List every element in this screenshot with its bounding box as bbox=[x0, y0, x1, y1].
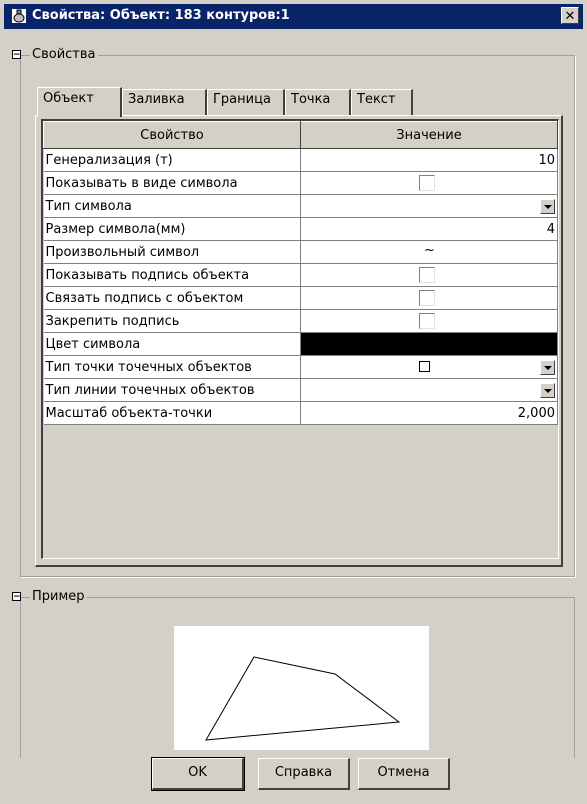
line-type-cell[interactable] bbox=[300, 378, 558, 402]
property-name: Тип линии точечных объектов bbox=[43, 378, 301, 402]
symbol-type-cell[interactable] bbox=[300, 194, 558, 218]
point-square-icon bbox=[419, 361, 430, 372]
point-type-cell[interactable] bbox=[300, 355, 558, 379]
quadrilateral-shape bbox=[205, 656, 401, 741]
property-name: Тип точки точечных объектов bbox=[43, 355, 301, 379]
table-row[interactable]: Цвет символа bbox=[43, 332, 558, 356]
column-header-property[interactable]: Свойство bbox=[43, 121, 301, 149]
property-name: Произвольный символ bbox=[43, 240, 301, 264]
example-collapse-toggle[interactable]: − bbox=[12, 592, 21, 602]
point-scale-value[interactable]: 2,000 bbox=[300, 401, 558, 425]
properties-collapse-toggle[interactable]: − bbox=[12, 50, 21, 60]
help-button[interactable]: Справка bbox=[258, 758, 350, 790]
tab-object[interactable]: Объект bbox=[37, 87, 122, 117]
pin-label-checkbox[interactable] bbox=[419, 313, 435, 329]
property-name: Закрепить подпись bbox=[43, 309, 301, 333]
custom-symbol-value: ~ bbox=[424, 243, 435, 258]
show-label-cell bbox=[300, 263, 558, 287]
symbol-color-swatch[interactable] bbox=[300, 332, 558, 356]
property-name: Показывать в виде символа bbox=[43, 171, 301, 195]
custom-symbol-cell[interactable]: ~ bbox=[300, 240, 558, 264]
property-name: Масштаб объекта-точки bbox=[43, 401, 301, 425]
ok-button[interactable]: OK bbox=[151, 757, 245, 791]
close-button[interactable]: ✕ bbox=[561, 7, 579, 24]
chevron-down-icon[interactable] bbox=[540, 199, 555, 214]
chevron-down-icon[interactable] bbox=[540, 383, 555, 398]
cancel-button[interactable]: Отмена bbox=[358, 758, 450, 790]
table-row[interactable]: Генерализация (т) 10 bbox=[43, 148, 558, 172]
link-label-checkbox[interactable] bbox=[419, 290, 435, 306]
generalization-value[interactable]: 10 bbox=[300, 148, 558, 172]
properties-dialog: Свойства: Объект: 183 контуров:1 ✕ − Сво… bbox=[0, 0, 587, 804]
show-as-symbol-cell bbox=[300, 171, 558, 195]
property-name: Тип символа bbox=[43, 194, 301, 218]
title-bar[interactable]: Свойства: Объект: 183 контуров:1 ✕ bbox=[4, 4, 583, 29]
column-header-value[interactable]: Значение bbox=[300, 121, 558, 149]
example-preview bbox=[174, 626, 429, 750]
properties-group-label: Свойства bbox=[30, 47, 98, 62]
tab-point[interactable]: Точка bbox=[285, 89, 351, 115]
property-name: Генерализация (т) bbox=[43, 148, 301, 172]
tab-text[interactable]: Текст bbox=[351, 89, 413, 115]
property-name: Показывать подпись объекта bbox=[43, 263, 301, 287]
app-icon bbox=[12, 9, 26, 23]
tab-fill[interactable]: Заливка bbox=[122, 89, 207, 115]
table-row[interactable]: Тип линии точечных объектов bbox=[43, 378, 558, 402]
table-row[interactable]: Тип точки точечных объектов bbox=[43, 355, 558, 379]
table-row[interactable]: Тип символа bbox=[43, 194, 558, 218]
table-row[interactable]: Закрепить подпись bbox=[43, 309, 558, 333]
chevron-down-icon[interactable] bbox=[540, 360, 555, 375]
link-label-cell bbox=[300, 286, 558, 310]
example-group-label: Пример bbox=[30, 589, 87, 604]
table-row[interactable]: Показывать в виде символа bbox=[43, 171, 558, 195]
table-row[interactable]: Размер символа(мм) 4 bbox=[43, 217, 558, 241]
table-row[interactable]: Связать подпись с объектом bbox=[43, 286, 558, 310]
window-title: Свойства: Объект: 183 контуров:1 bbox=[32, 8, 290, 23]
tab-border[interactable]: Граница bbox=[207, 89, 285, 115]
pin-label-cell bbox=[300, 309, 558, 333]
property-name: Связать подпись с объектом bbox=[43, 286, 301, 310]
table-row[interactable]: Произвольный символ ~ bbox=[43, 240, 558, 264]
property-name: Цвет символа bbox=[43, 332, 301, 356]
show-label-checkbox[interactable] bbox=[419, 267, 435, 283]
property-name: Размер символа(мм) bbox=[43, 217, 301, 241]
property-grid: Свойство Значение Генерализация (т) 10 П… bbox=[41, 119, 559, 559]
table-row[interactable]: Показывать подпись объекта bbox=[43, 263, 558, 287]
table-row[interactable]: Масштаб объекта-точки 2,000 bbox=[43, 401, 558, 425]
show-as-symbol-checkbox[interactable] bbox=[419, 175, 435, 191]
symbol-size-value[interactable]: 4 bbox=[300, 217, 558, 241]
